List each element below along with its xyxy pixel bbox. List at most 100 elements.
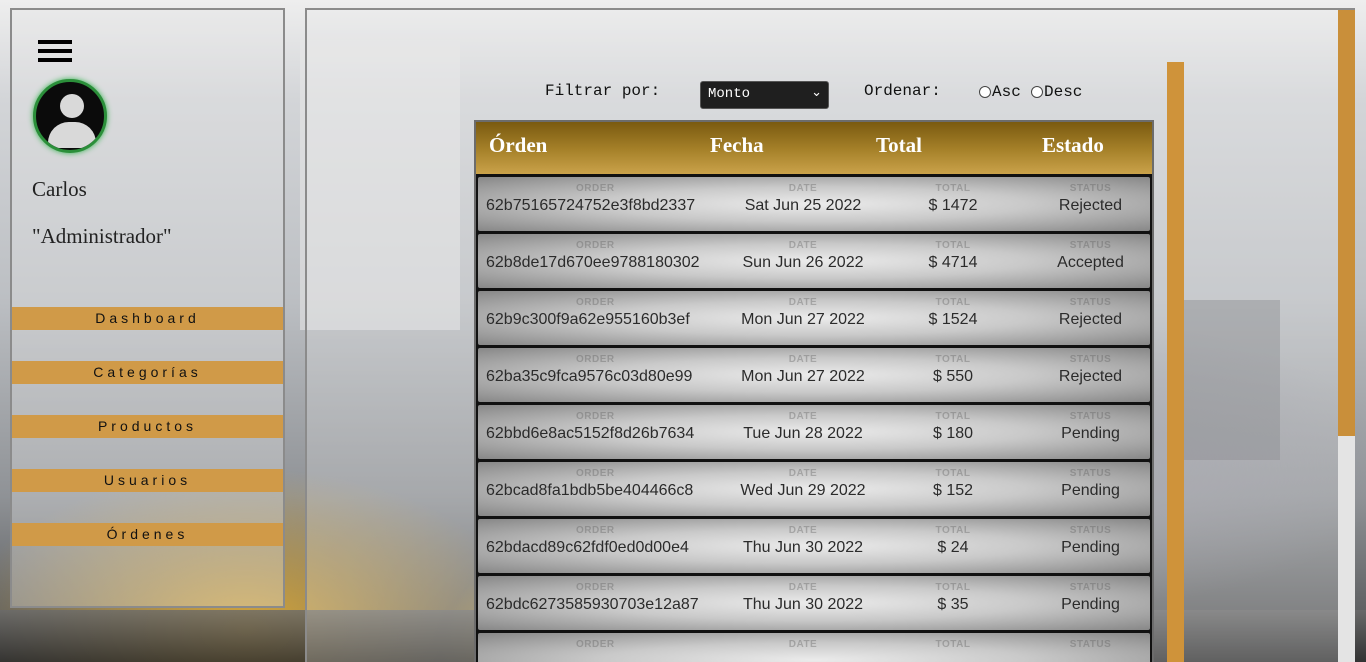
nav-usuarios[interactable]: Usuarios bbox=[12, 469, 283, 492]
cell-status: STATUS Pending bbox=[1033, 462, 1148, 516]
cell-value: 62bdc6273585930703e12a87 bbox=[486, 596, 699, 613]
sort-desc-option[interactable]: Desc bbox=[1031, 83, 1082, 101]
cell-tag: DATE bbox=[788, 525, 818, 536]
cell-total: TOTAL $ 152 bbox=[898, 462, 1008, 516]
cell-value: 62bdacd89c62fdf0ed0d00e4 bbox=[486, 539, 689, 556]
cell-order: ORDER 62bbd6e8ac5152f8d26b7634 bbox=[486, 405, 706, 459]
cell-value: $ 1524 bbox=[928, 311, 978, 328]
sort-asc-radio[interactable] bbox=[979, 86, 991, 98]
cell-tag: STATUS bbox=[1069, 183, 1112, 194]
cell-value: $ 24 bbox=[937, 539, 969, 556]
cell-value: Pending bbox=[1061, 425, 1120, 442]
cell-value: Sun Jun 26 2022 bbox=[742, 254, 864, 271]
table-row[interactable]: ORDER 62b8de17d670ee9788180302 DATE Sun Jun… bbox=[478, 234, 1150, 288]
cell-tag: TOTAL bbox=[935, 468, 971, 479]
cell-date: DATE Mon Jun 27 2022 bbox=[718, 348, 888, 402]
cell-value: $ 152 bbox=[932, 482, 974, 499]
cell-date: DATE Sat Jun 25 2022 bbox=[718, 177, 888, 231]
table-row[interactable]: ORDER 62bcad8fa1bdb5be404466c8 DATE Wed Jun… bbox=[478, 462, 1150, 516]
cell-order: ORDER 62bdacd89c62fdf0ed0d00e4 bbox=[486, 519, 706, 573]
cell-value: 62b8de17d670ee9788180302 bbox=[486, 254, 700, 271]
cell-tag: STATUS bbox=[1069, 240, 1112, 251]
header-fecha: Fecha bbox=[710, 133, 764, 157]
cell-tag: TOTAL bbox=[935, 297, 971, 308]
chevron-down-icon: ⌄ bbox=[811, 85, 822, 100]
header-total: Total bbox=[876, 133, 922, 157]
table-row[interactable]: ORDER 62bdacd89c62fdf0ed0d00e4 DATE Thu Jun… bbox=[478, 519, 1150, 573]
table-scrollbar[interactable] bbox=[1167, 62, 1184, 662]
cell-date: DATE Sun Jun 26 2022 bbox=[718, 234, 888, 288]
cell-value: Pending bbox=[1061, 596, 1120, 613]
cell-value: 62bbd6e8ac5152f8d26b7634 bbox=[486, 425, 695, 442]
cell-tag: DATE bbox=[788, 468, 818, 479]
cell-value: Wed Jun 29 2022 bbox=[740, 482, 866, 499]
cell-tag: DATE bbox=[788, 183, 818, 194]
cell-total: TOTAL $ 180 bbox=[898, 405, 1008, 459]
cell-tag: TOTAL bbox=[935, 183, 971, 194]
table-row[interactable]: ORDER 62b9c300f9a62e955160b3ef DATE Mon Jun… bbox=[478, 291, 1150, 345]
cell-order: ORDER 62bdc6273585930703e12a87 bbox=[486, 576, 706, 630]
cell-tag: STATUS bbox=[1069, 639, 1112, 650]
cell-value: $ 550 bbox=[932, 368, 974, 385]
cell-value: 62bcad8fa1bdb5be404466c8 bbox=[486, 482, 694, 499]
cell-tag: STATUS bbox=[1069, 582, 1112, 593]
sort-desc-radio[interactable] bbox=[1031, 86, 1043, 98]
cell-tag: ORDER bbox=[576, 639, 615, 650]
cell-tag: STATUS bbox=[1069, 525, 1112, 536]
filter-select[interactable]: Monto ⌄ bbox=[700, 81, 829, 109]
cell-value: 62b75165724752e3f8bd2337 bbox=[486, 197, 696, 214]
nav-categorias[interactable]: Categorías bbox=[12, 361, 283, 384]
cell-value: Mon Jun 27 2022 bbox=[741, 368, 865, 385]
cell-tag: DATE bbox=[788, 240, 818, 251]
sidebar: Carlos "Administrador" Dashboard Categor… bbox=[10, 8, 285, 608]
cell-tag: STATUS bbox=[1069, 468, 1112, 479]
table-row[interactable]: ORDER DATE TOTAL STATUS bbox=[478, 633, 1150, 662]
nav-ordenes[interactable]: Órdenes bbox=[12, 523, 283, 546]
cell-tag: DATE bbox=[788, 411, 818, 422]
cell-tag: STATUS bbox=[1069, 411, 1112, 422]
cell-status: STATUS Rejected bbox=[1033, 177, 1148, 231]
cell-total: TOTAL $ 550 bbox=[898, 348, 1008, 402]
cell-tag: TOTAL bbox=[935, 639, 971, 650]
cell-status: STATUS Accepted bbox=[1033, 234, 1148, 288]
cell-total: TOTAL $ 1524 bbox=[898, 291, 1008, 345]
cell-value: $ 1472 bbox=[928, 197, 978, 214]
cell-value: Rejected bbox=[1058, 311, 1123, 328]
cell-date: DATE bbox=[718, 633, 888, 662]
cell-total: TOTAL bbox=[898, 633, 1008, 662]
cell-value: Pending bbox=[1061, 482, 1120, 499]
sort-asc-option[interactable]: Asc bbox=[979, 83, 1021, 101]
header-estado: Estado bbox=[1042, 133, 1104, 157]
cell-tag: TOTAL bbox=[935, 354, 971, 365]
cell-total: TOTAL $ 24 bbox=[898, 519, 1008, 573]
cell-total: TOTAL $ 35 bbox=[898, 576, 1008, 630]
cell-order: ORDER 62bcad8fa1bdb5be404466c8 bbox=[486, 462, 706, 516]
cell-value: $ 4714 bbox=[928, 254, 978, 271]
table-row[interactable]: ORDER 62bbd6e8ac5152f8d26b7634 DATE Tue Jun… bbox=[478, 405, 1150, 459]
header-orden: Órden bbox=[489, 133, 548, 157]
cell-value: 62ba35c9fca9576c03d80e99 bbox=[486, 368, 693, 385]
table-row[interactable]: ORDER 62b75165724752e3f8bd2337 DATE Sat Jun… bbox=[478, 177, 1150, 231]
cell-tag: DATE bbox=[788, 297, 818, 308]
cell-status: STATUS Rejected bbox=[1033, 291, 1148, 345]
cell-value: Thu Jun 30 2022 bbox=[742, 596, 864, 613]
table-row[interactable]: ORDER 62ba35c9fca9576c03d80e99 DATE Mon Jun… bbox=[478, 348, 1150, 402]
cell-tag: TOTAL bbox=[935, 525, 971, 536]
cell-status: STATUS Pending bbox=[1033, 576, 1148, 630]
cell-date: DATE Thu Jun 30 2022 bbox=[718, 576, 888, 630]
cell-value: Sat Jun 25 2022 bbox=[744, 197, 862, 214]
table-row[interactable]: ORDER 62bdc6273585930703e12a87 DATE Thu Jun… bbox=[478, 576, 1150, 630]
nav-dashboard[interactable]: Dashboard bbox=[12, 307, 283, 330]
cell-date: DATE Tue Jun 28 2022 bbox=[718, 405, 888, 459]
cell-tag: ORDER bbox=[576, 183, 615, 194]
page-scrollbar-thumb[interactable] bbox=[1338, 10, 1355, 436]
nav-productos[interactable]: Productos bbox=[12, 415, 283, 438]
cell-tag: TOTAL bbox=[935, 582, 971, 593]
cell-order: ORDER bbox=[486, 633, 706, 662]
cell-tag: ORDER bbox=[576, 240, 615, 251]
cell-tag: DATE bbox=[788, 354, 818, 365]
sort-asc-label: Asc bbox=[992, 83, 1021, 101]
hamburger-menu-icon[interactable] bbox=[38, 40, 72, 66]
cell-value: Rejected bbox=[1058, 368, 1123, 385]
cell-order: ORDER 62b9c300f9a62e955160b3ef bbox=[486, 291, 706, 345]
